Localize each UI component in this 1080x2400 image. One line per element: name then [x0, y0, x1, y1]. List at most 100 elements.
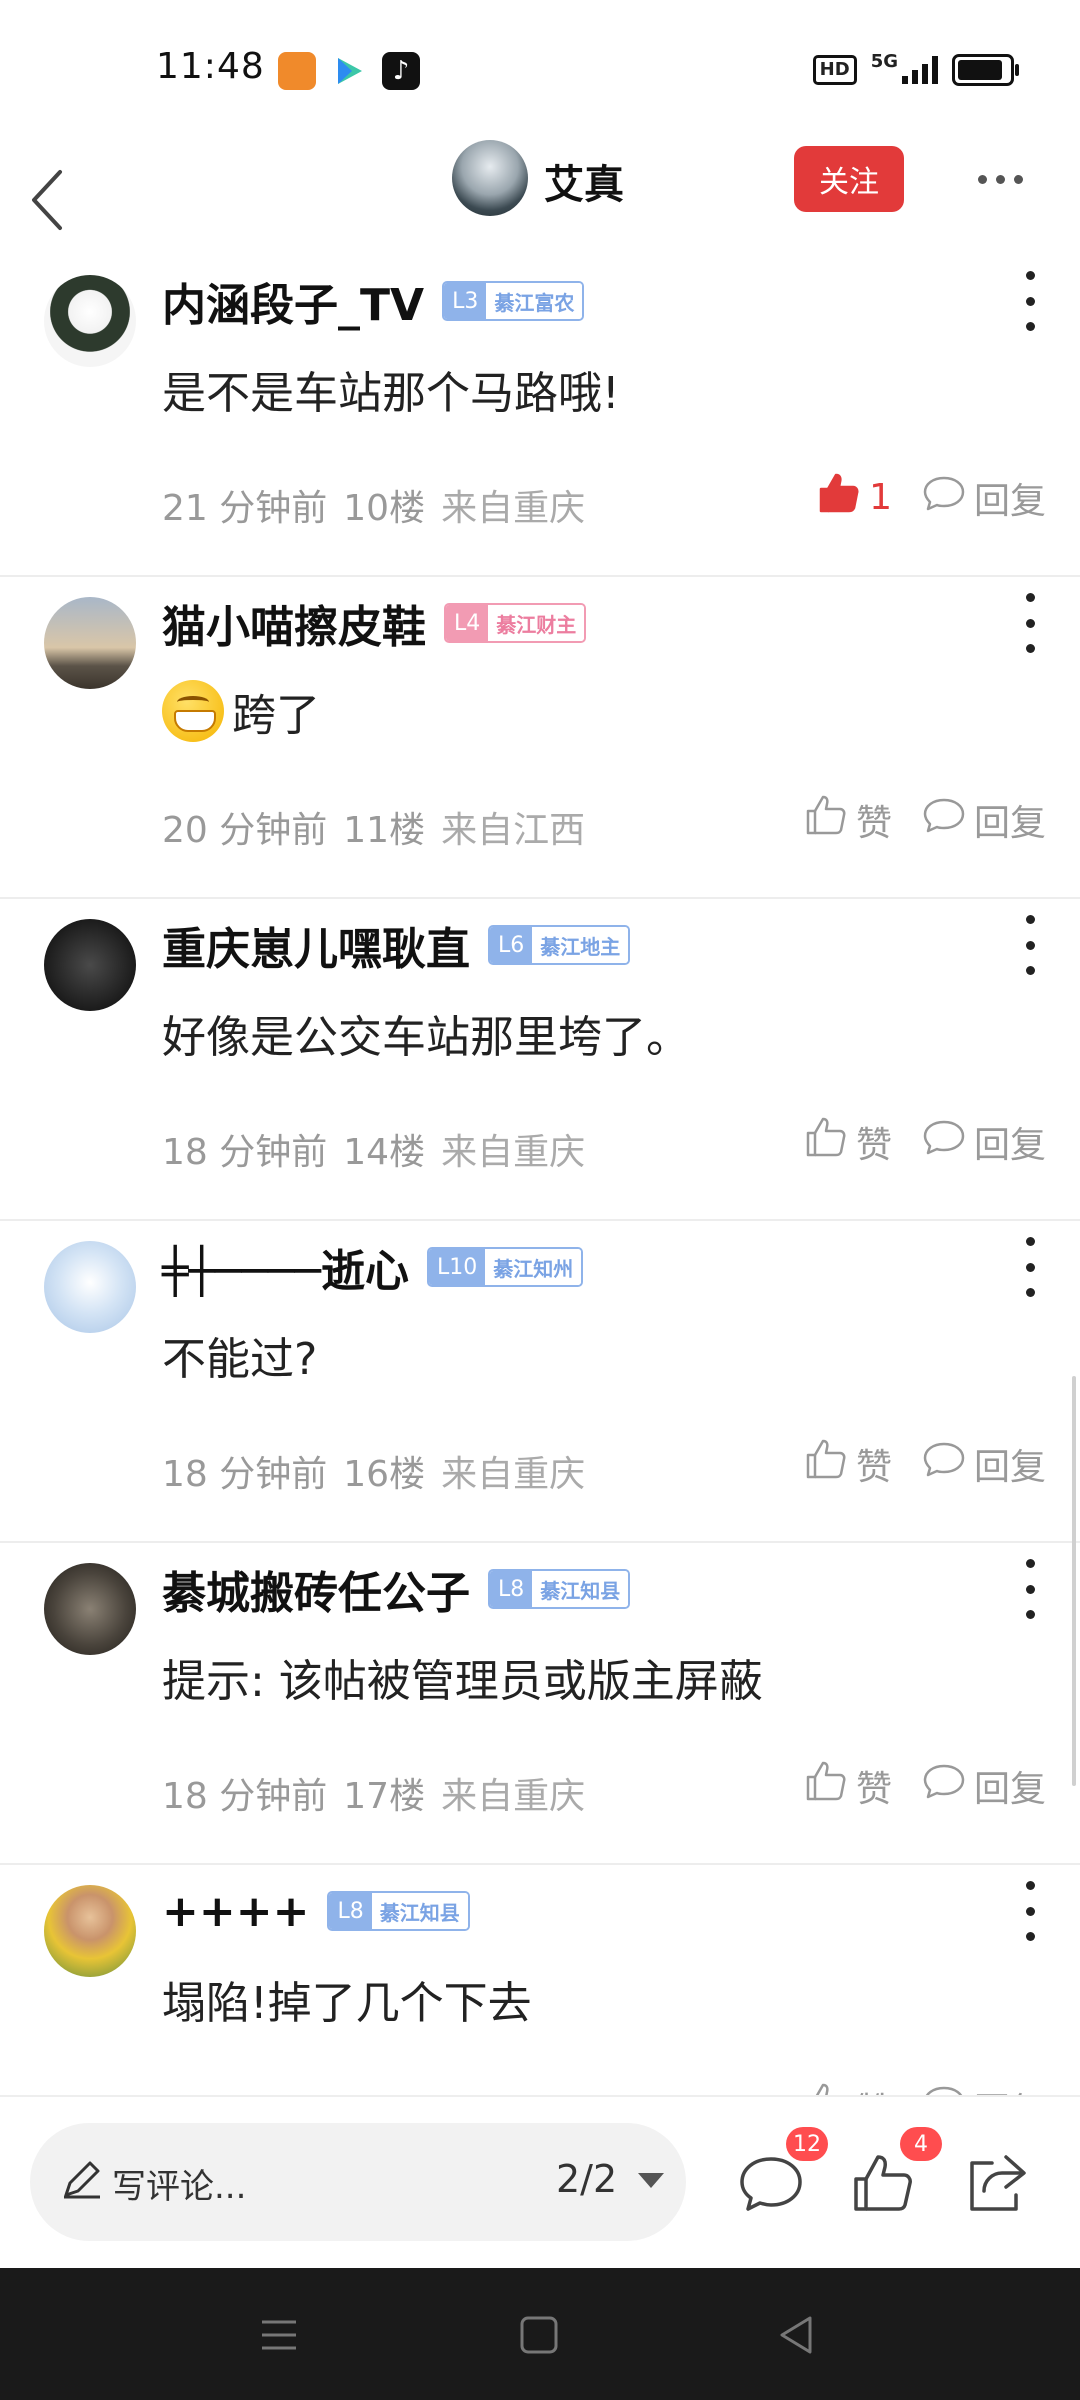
like-button[interactable]: 赞 — [804, 1115, 892, 1168]
more-icon[interactable] — [978, 164, 1038, 194]
comment-item[interactable]: 重庆崽儿嘿耿直 L6 綦江地主 好像是公交车站那里垮了。 18 分钟前 14楼 … — [0, 899, 1080, 1221]
reply-label: 回复 — [973, 1768, 1046, 1810]
reply-label: 回复 — [973, 1124, 1046, 1166]
comment-time: 20 分钟前 — [162, 810, 328, 851]
ip-location: 来自重庆 — [441, 488, 586, 529]
comment-item[interactable]: 綦城搬砖任公子 L8 綦江知县 提示: 该帖被管理员或版主屏蔽 18 分钟前 1… — [0, 1543, 1080, 1865]
comment-more-icon[interactable] — [1020, 915, 1040, 975]
floor-number: 10楼 — [343, 488, 426, 529]
username[interactable]: ++++ — [162, 1886, 309, 1937]
status-bar: 11:48 ♪ HD 5G — [0, 0, 1080, 140]
speech-bubble-icon — [922, 793, 966, 846]
comment-item[interactable]: ╪┼────逝心 L10 綦江知州 不能过? 18 分钟前 16楼 来自重庆 赞… — [0, 1221, 1080, 1543]
comment-meta: 18 分钟前 14楼 来自重庆 — [162, 1123, 585, 1175]
comment-body: 塌陷!掉了几个下去 — [162, 1978, 532, 2029]
rank-title: 綦江知州 — [485, 1249, 582, 1285]
username[interactable]: 重庆崽儿嘿耿直 — [162, 913, 470, 977]
reply-button[interactable]: 回复 — [922, 1115, 1046, 1168]
comment-time: 18 分钟前 — [162, 1776, 328, 1817]
uc-browser-icon — [278, 52, 316, 90]
like-button[interactable]: 赞 — [804, 2081, 892, 2095]
rank-title: 綦江知县 — [532, 1571, 629, 1607]
reply-button[interactable]: 回复 — [922, 471, 1046, 524]
network-type: 5G — [870, 50, 898, 72]
username[interactable]: 内涵段子_TV — [162, 269, 424, 333]
comment-item[interactable]: 内涵段子_TV L3 綦江富农 是不是车站那个马路哦! 21 分钟前 10楼 来… — [0, 255, 1080, 577]
reply-label: 回复 — [974, 2082, 1046, 2096]
level-label: L10 — [428, 1249, 486, 1285]
comment-text: 提示: 该帖被管理员或版主屏蔽 — [162, 1645, 763, 1709]
like-icon[interactable] — [848, 2149, 918, 2219]
comment-more-icon[interactable] — [1020, 271, 1040, 331]
page-indicator[interactable]: 2/2 — [556, 2157, 617, 2201]
like-button[interactable]: 1 — [817, 471, 892, 524]
thumbs-up-icon — [817, 471, 861, 524]
username[interactable]: 綦城搬砖任公子 — [162, 1557, 470, 1621]
user-avatar[interactable] — [44, 597, 136, 689]
back-icon[interactable] — [24, 150, 94, 250]
reply-label: 回复 — [973, 480, 1046, 522]
username[interactable]: 猫小喵擦皮鞋 — [162, 591, 426, 655]
comment-more-icon[interactable] — [1020, 1237, 1040, 1297]
user-avatar[interactable] — [44, 1241, 136, 1333]
comment-actions: 赞 回复 — [804, 1115, 1046, 1168]
user-level-badge: L8 綦江知县 — [327, 1891, 470, 1931]
username[interactable]: ╪┼────逝心 — [162, 1235, 409, 1299]
like-label: 赞 — [855, 1768, 892, 1810]
scrollbar[interactable] — [1072, 1376, 1076, 1786]
comment-body: 好像是公交车站那里垮了。 — [162, 1012, 690, 1063]
rank-title: 綦江地主 — [532, 927, 629, 963]
comment-item[interactable]: 猫小喵擦皮鞋 L4 綦江财主 跨了 20 分钟前 11楼 来自江西 赞 回复 — [0, 577, 1080, 899]
grin-emoji-icon — [162, 680, 224, 742]
comment-more-icon[interactable] — [1020, 1881, 1040, 1941]
reply-button[interactable]: 回复 — [922, 1759, 1046, 1812]
battery-icon — [952, 54, 1019, 86]
caret-down-icon[interactable] — [638, 2173, 664, 2188]
comment-body: 跨了 — [232, 690, 320, 741]
comment-more-icon[interactable] — [1020, 1559, 1040, 1619]
thumbs-up-icon — [804, 2081, 848, 2095]
comment-header: 内涵段子_TV L3 綦江富农 — [162, 261, 585, 341]
user-avatar[interactable] — [44, 919, 136, 1011]
comment-input-placeholder: 写评论... — [112, 2167, 247, 2207]
user-avatar[interactable] — [44, 275, 136, 367]
user-avatar[interactable] — [44, 1563, 136, 1655]
floor-number: 14楼 — [343, 1132, 426, 1173]
signal-icon — [902, 56, 938, 84]
reply-label: 回复 — [973, 802, 1046, 844]
comment-meta: 20 分钟前 11楼 来自江西 — [162, 801, 585, 853]
like-button[interactable]: 赞 — [804, 1437, 892, 1490]
comment-time: 21 分钟前 — [162, 488, 328, 529]
reply-button[interactable]: 回复 — [922, 793, 1046, 846]
comment-meta: 18 分钟前 16楼 来自重庆 — [162, 1445, 585, 1497]
hd-icon: HD — [812, 55, 857, 85]
comment-header: ++++ L8 綦江知县 — [162, 1871, 470, 1951]
comment-item[interactable]: ++++ L8 綦江知县 塌陷!掉了几个下去 18 分钟前 18楼 来自重庆 赞… — [0, 1865, 1080, 2095]
menu-icon[interactable] — [254, 2310, 304, 2360]
share-icon[interactable] — [962, 2149, 1032, 2219]
comment-meta: 18 分钟前 17楼 来自重庆 — [162, 1767, 585, 1819]
comment-text: 是不是车站那个马路哦! — [162, 357, 620, 421]
level-label: L3 — [444, 283, 487, 319]
comment-input[interactable]: 写评论... 2/2 — [30, 2123, 686, 2241]
follow-button[interactable]: 关注 — [794, 146, 904, 212]
comment-header: 猫小喵擦皮鞋 L4 綦江财主 — [162, 583, 587, 663]
home-icon[interactable] — [514, 2310, 564, 2360]
author-avatar[interactable] — [452, 140, 528, 216]
author-name[interactable]: 艾真 — [544, 152, 624, 210]
back-nav-icon[interactable] — [772, 2310, 822, 2360]
reply-button[interactable]: 回复 — [922, 2081, 1046, 2095]
ip-location: 来自重庆 — [441, 1454, 586, 1495]
like-button[interactable]: 赞 — [804, 1759, 892, 1812]
speech-bubble-icon — [922, 1115, 966, 1168]
tiktok-icon: ♪ — [382, 52, 420, 90]
user-avatar[interactable] — [44, 1885, 136, 1977]
comment-text: 塌陷!掉了几个下去 — [162, 1967, 532, 2031]
comment-text: 好像是公交车站那里垮了。 — [162, 1001, 690, 1065]
thumbs-up-icon — [804, 793, 848, 846]
comment-more-icon[interactable] — [1020, 593, 1040, 653]
comment-list[interactable]: 内涵段子_TV L3 綦江富农 是不是车站那个马路哦! 21 分钟前 10楼 来… — [0, 255, 1080, 2095]
comment-actions: 赞 回复 — [804, 1437, 1046, 1490]
like-button[interactable]: 赞 — [804, 793, 892, 846]
reply-button[interactable]: 回复 — [922, 1437, 1046, 1490]
